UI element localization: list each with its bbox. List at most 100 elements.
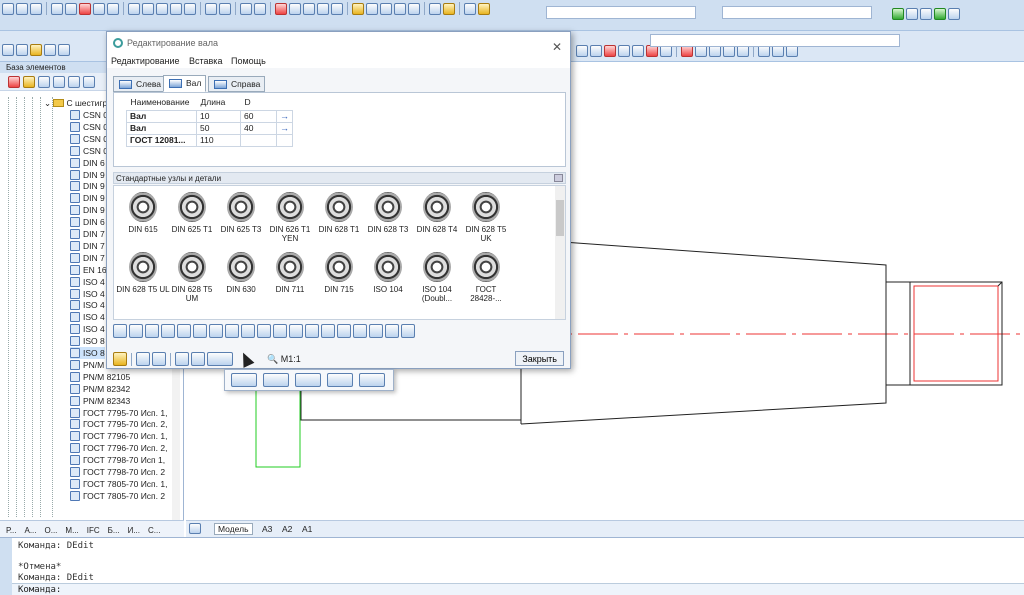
text-style-icon[interactable]: [478, 2, 490, 15]
catalog-item[interactable]: DIN 626 T1 YEN: [263, 192, 317, 243]
insert-pin-icon[interactable]: [385, 324, 399, 338]
catalog-scrollbar[interactable]: [555, 186, 565, 319]
insert-cyl-icon[interactable]: [113, 324, 127, 338]
tree-item[interactable]: ISO 4: [70, 323, 105, 335]
view-option-5-icon[interactable]: [359, 373, 385, 387]
catalog-item[interactable]: DIN 615: [116, 192, 170, 234]
mod5-icon[interactable]: [632, 44, 644, 57]
markup-icon[interactable]: [443, 2, 455, 15]
plot-icon[interactable]: [93, 2, 105, 15]
arrow-right-icon[interactable]: →: [276, 109, 293, 123]
tree-item[interactable]: ГОСТ 7795-70 Исп. 2,: [70, 418, 167, 430]
insert-ring-icon[interactable]: [305, 324, 319, 338]
insert-chamfer-icon[interactable]: [177, 324, 191, 338]
image-icon[interactable]: [380, 2, 392, 15]
publish-icon[interactable]: [107, 2, 119, 15]
tree-item[interactable]: DIN 7: [70, 240, 105, 252]
tree-item[interactable]: ГОСТ 7805-70 Исп. 1,: [70, 478, 167, 490]
grid-icon[interactable]: [16, 44, 28, 56]
tree-item[interactable]: DIN 9: [70, 204, 105, 216]
tab-right[interactable]: Справа: [208, 76, 266, 92]
layout-icon[interactable]: [408, 2, 420, 15]
block-icon[interactable]: [184, 2, 196, 15]
panel-tab[interactable]: А...: [25, 526, 37, 535]
view-icon[interactable]: [68, 76, 80, 88]
insert2-icon[interactable]: [53, 76, 65, 88]
style-combo[interactable]: [546, 6, 696, 19]
tree-item[interactable]: ISO 4: [70, 299, 105, 311]
view-option-1-icon[interactable]: [231, 373, 257, 387]
tree-item[interactable]: DIN 7: [70, 228, 105, 240]
insert-thread-icon[interactable]: [241, 324, 255, 338]
tree-item[interactable]: ISO 4: [70, 288, 105, 300]
tree-item[interactable]: PN/M 82343: [70, 395, 130, 407]
menu-edit[interactable]: Редактирование: [111, 56, 180, 66]
tree-item[interactable]: CSN 0: [70, 133, 108, 145]
tree-item[interactable]: PN/M 82342: [70, 383, 130, 395]
tree-item[interactable]: DIN 6: [70, 216, 105, 228]
menu-help[interactable]: Помощь: [231, 56, 266, 66]
panel-tab[interactable]: С...: [148, 526, 160, 535]
catalog-item[interactable]: DIN 628 T3: [361, 192, 415, 234]
tree-item[interactable]: ГОСТ 7805-70 Исп. 2: [70, 490, 165, 502]
panel-tab[interactable]: Б...: [108, 526, 120, 535]
table-row[interactable]: Вал 10 60 →: [126, 109, 293, 123]
catalog-item[interactable]: DIN 628 T1: [312, 192, 366, 234]
zoom-in-icon[interactable]: [303, 2, 315, 15]
doc4-tool-icon[interactable]: [948, 8, 960, 20]
tree-item[interactable]: CSN 0: [70, 109, 108, 121]
measure-icon[interactable]: [429, 2, 441, 15]
view2-icon[interactable]: [83, 76, 95, 88]
view-option-4-icon[interactable]: [327, 373, 353, 387]
layer-combo[interactable]: [722, 6, 872, 19]
zoom-extents-icon[interactable]: [289, 2, 301, 15]
print-icon[interactable]: [51, 2, 63, 15]
tree-item[interactable]: ГОСТ 7798-70 Исп 1,: [70, 454, 165, 466]
help-dialog-icon[interactable]: [113, 352, 127, 366]
tab-a3[interactable]: A3: [262, 524, 272, 534]
redo-icon[interactable]: [219, 2, 231, 15]
paste-shaft-icon[interactable]: [152, 352, 166, 366]
tree-item[interactable]: ISO 4: [70, 311, 105, 323]
catalog-item[interactable]: DIN 628 T5 UL: [116, 252, 170, 294]
insert-spline-icon[interactable]: [225, 324, 239, 338]
paste-icon[interactable]: [156, 2, 168, 15]
tree-item[interactable]: CSN 0: [70, 121, 108, 133]
move-icon[interactable]: [2, 44, 14, 56]
collapse-icon[interactable]: [554, 174, 563, 182]
copy-shaft-icon[interactable]: [136, 352, 150, 366]
insert-key-icon[interactable]: [209, 324, 223, 338]
tree-item[interactable]: ГОСТ 7796-70 Исп. 2,: [70, 442, 167, 454]
panel-tab[interactable]: IFC: [87, 526, 100, 535]
catalog-item[interactable]: ISO 104 (Doubl...: [410, 252, 464, 303]
table-row[interactable]: ГОСТ 12081... 110: [126, 133, 293, 147]
tree-item[interactable]: DIN 9: [70, 192, 105, 204]
tree-item[interactable]: DIN 7: [70, 252, 105, 264]
folder-open-icon[interactable]: [23, 76, 35, 88]
insert-fillet-icon[interactable]: [193, 324, 207, 338]
tree-item[interactable]: ГОСТ 7798-70 Исп. 2: [70, 466, 165, 478]
tree-item[interactable]: ISO 4: [70, 276, 105, 288]
doc2-tool-icon[interactable]: [920, 8, 932, 20]
tree-item[interactable]: DIN 9: [70, 180, 105, 192]
pan-icon[interactable]: [240, 2, 252, 15]
tree-item[interactable]: EN 16: [70, 264, 107, 276]
catalog-item[interactable]: DIN 715: [312, 252, 366, 294]
tree-item[interactable]: ГОСТ 7795-70 Исп. 1,: [70, 407, 167, 419]
tab-model[interactable]: Модель: [214, 523, 253, 535]
zoom-realtime-icon[interactable]: [254, 2, 266, 15]
green-tool-icon[interactable]: [892, 8, 904, 20]
linetype-combo[interactable]: [650, 34, 900, 47]
new-file-icon[interactable]: [2, 2, 14, 15]
copy-icon[interactable]: [142, 2, 154, 15]
layouts-icon[interactable]: [189, 523, 201, 534]
insert-icon[interactable]: [38, 76, 50, 88]
tree-item[interactable]: DIN 9: [70, 169, 105, 181]
insert-nut-icon[interactable]: [353, 324, 367, 338]
arrow-right-icon[interactable]: →: [276, 121, 293, 135]
mod3-icon[interactable]: [604, 44, 616, 57]
send-icon[interactable]: [58, 44, 70, 56]
catalog-item[interactable]: DIN 628 T5 UK: [459, 192, 513, 243]
properties-icon[interactable]: [352, 2, 364, 15]
cut-icon[interactable]: [128, 2, 140, 15]
